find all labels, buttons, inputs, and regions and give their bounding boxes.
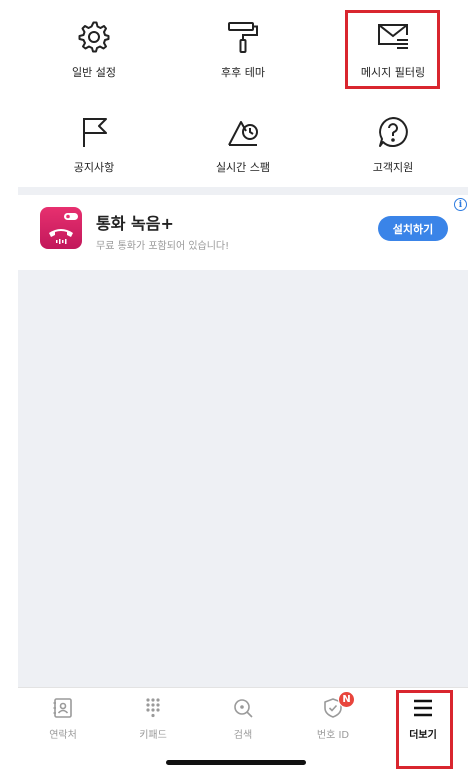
paint-roller-icon bbox=[228, 22, 258, 53]
ad-subtitle: 무료 통화가 포함되어 있습니다! bbox=[96, 241, 230, 252]
tab-label: 키패드 bbox=[139, 730, 167, 741]
tab-keypad[interactable]: 키패드 bbox=[108, 688, 198, 748]
menu-item-label: 공지사항 bbox=[73, 161, 115, 174]
menu-item-customer-support[interactable]: 고객지원 bbox=[318, 95, 468, 175]
tab-contacts[interactable]: 연락처 bbox=[18, 688, 108, 748]
tab-label: 검색 bbox=[233, 730, 253, 741]
flag-icon bbox=[83, 118, 107, 147]
triangle-clock-icon bbox=[228, 121, 258, 146]
tab-number-id[interactable]: N 번호 ID bbox=[288, 688, 378, 748]
menu-item-theme[interactable]: 후후 테마 bbox=[168, 0, 318, 80]
menu-item-notices[interactable]: 공지사항 bbox=[19, 95, 169, 175]
call-recorder-app-icon bbox=[40, 207, 82, 249]
search-icon bbox=[234, 699, 253, 718]
gear-icon bbox=[78, 21, 110, 53]
home-indicator bbox=[166, 760, 306, 765]
menu-item-label: 일반 설정 bbox=[72, 66, 116, 79]
ad-banner[interactable]: 통화 녹음+ 무료 통화가 포함되어 있습니다! 설치하기 i bbox=[18, 195, 468, 270]
menu-item-label: 후후 테마 bbox=[221, 66, 265, 79]
phone-record-icon bbox=[49, 213, 78, 244]
ad-title: 통화 녹음+ bbox=[96, 214, 174, 233]
menu-item-realtime-spam[interactable]: 실시간 스팸 bbox=[168, 95, 318, 175]
ad-info-icon[interactable]: i bbox=[454, 198, 467, 211]
highlight-more-tab bbox=[396, 690, 453, 769]
menu-item-general-settings[interactable]: 일반 설정 bbox=[19, 0, 169, 80]
tab-search[interactable]: 검색 bbox=[198, 688, 288, 748]
tab-label: 번호 ID bbox=[316, 730, 350, 741]
highlight-message-filtering bbox=[345, 10, 440, 89]
menu-item-label: 고객지원 bbox=[372, 161, 414, 174]
install-button[interactable]: 설치하기 bbox=[378, 216, 448, 241]
tab-label: 연락처 bbox=[49, 730, 77, 741]
contact-book-icon bbox=[53, 698, 72, 718]
notification-badge: N bbox=[338, 691, 355, 708]
section-divider bbox=[18, 187, 468, 195]
menu-item-label: 실시간 스팸 bbox=[215, 161, 271, 174]
question-bubble-icon bbox=[379, 117, 408, 147]
empty-content-area bbox=[18, 270, 468, 687]
keypad-icon bbox=[146, 698, 160, 718]
